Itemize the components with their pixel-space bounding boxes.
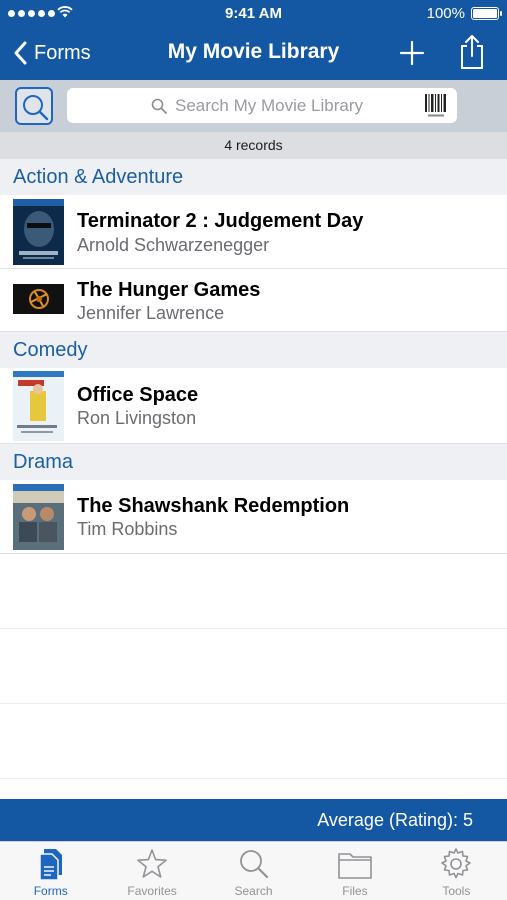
section-header: Comedy <box>0 332 507 368</box>
back-button-label: Forms <box>34 41 91 64</box>
back-button[interactable]: Forms <box>12 38 91 68</box>
tab-bar: Forms Favorites Search Files Tools <box>0 841 507 900</box>
list-item[interactable]: Terminator 2 : Judgement Day Arnold Schw… <box>0 195 507 269</box>
movie-cover-thumbnail <box>13 484 64 550</box>
tab-label: Search <box>234 884 273 898</box>
tab-label: Tools <box>442 884 471 898</box>
star-icon <box>137 849 167 878</box>
tab-forms[interactable]: Forms <box>0 842 101 900</box>
tab-label: Forms <box>33 884 68 898</box>
movie-title: Office Space <box>77 384 199 406</box>
barcode-scan-icon[interactable] <box>424 93 448 119</box>
search-scope-button[interactable] <box>15 87 53 125</box>
list-item[interactable]: Office Space Ron Livingston <box>0 368 507 444</box>
empty-row-divider <box>0 703 507 704</box>
share-button[interactable] <box>458 34 486 70</box>
movie-cover-thumbnail <box>13 199 64 265</box>
battery-icon <box>471 7 502 20</box>
movie-cover-thumbnail <box>13 284 64 314</box>
list-item[interactable]: The Hunger Games Jennifer Lawrence <box>0 269 507 332</box>
add-record-button[interactable] <box>398 39 426 67</box>
record-count: 4 records <box>0 132 507 159</box>
movie-title: Terminator 2 : Judgement Day <box>77 210 364 232</box>
search-icon <box>151 98 167 114</box>
top-bar: 9:41 AM 100% Forms My Movie Library <box>0 0 507 80</box>
list-item[interactable]: The Shawshank Redemption Tim Robbins <box>0 480 507 554</box>
search-icon <box>239 850 268 879</box>
summary-bar: Average (Rating): 5 <box>0 799 507 841</box>
search-input[interactable] <box>175 92 415 119</box>
search-field[interactable] <box>67 88 457 123</box>
gear-icon <box>441 848 472 879</box>
empty-row-divider <box>0 778 507 779</box>
movie-actor: Ron Livingston <box>77 408 197 428</box>
section-header: Action & Adventure <box>0 159 507 195</box>
tab-label: Files <box>342 884 368 898</box>
chevron-left-icon <box>14 41 27 65</box>
magnifier-icon <box>23 95 49 121</box>
movie-actor: Tim Robbins <box>77 519 178 539</box>
section-header: Drama <box>0 444 507 480</box>
average-rating-summary: Average (Rating): 5 <box>317 810 473 830</box>
folder-icon <box>338 853 372 879</box>
forms-icon <box>38 849 62 881</box>
movie-title: The Shawshank Redemption <box>77 495 350 517</box>
battery-percentage: 100% <box>426 5 465 22</box>
navigation-bar: Forms My Movie Library <box>0 28 507 80</box>
movie-title: The Hunger Games <box>77 279 261 301</box>
tab-favorites[interactable]: Favorites <box>101 842 202 900</box>
tab-tools[interactable]: Tools <box>406 842 507 900</box>
empty-row-divider <box>0 628 507 629</box>
movie-actor: Arnold Schwarzenegger <box>77 235 270 255</box>
status-bar: 9:41 AM 100% <box>0 0 507 28</box>
tab-search[interactable]: Search <box>203 842 304 900</box>
movie-actor: Jennifer Lawrence <box>77 303 225 323</box>
tab-files[interactable]: Files <box>304 842 405 900</box>
movie-cover-thumbnail <box>13 371 64 441</box>
tab-label: Favorites <box>127 884 177 898</box>
